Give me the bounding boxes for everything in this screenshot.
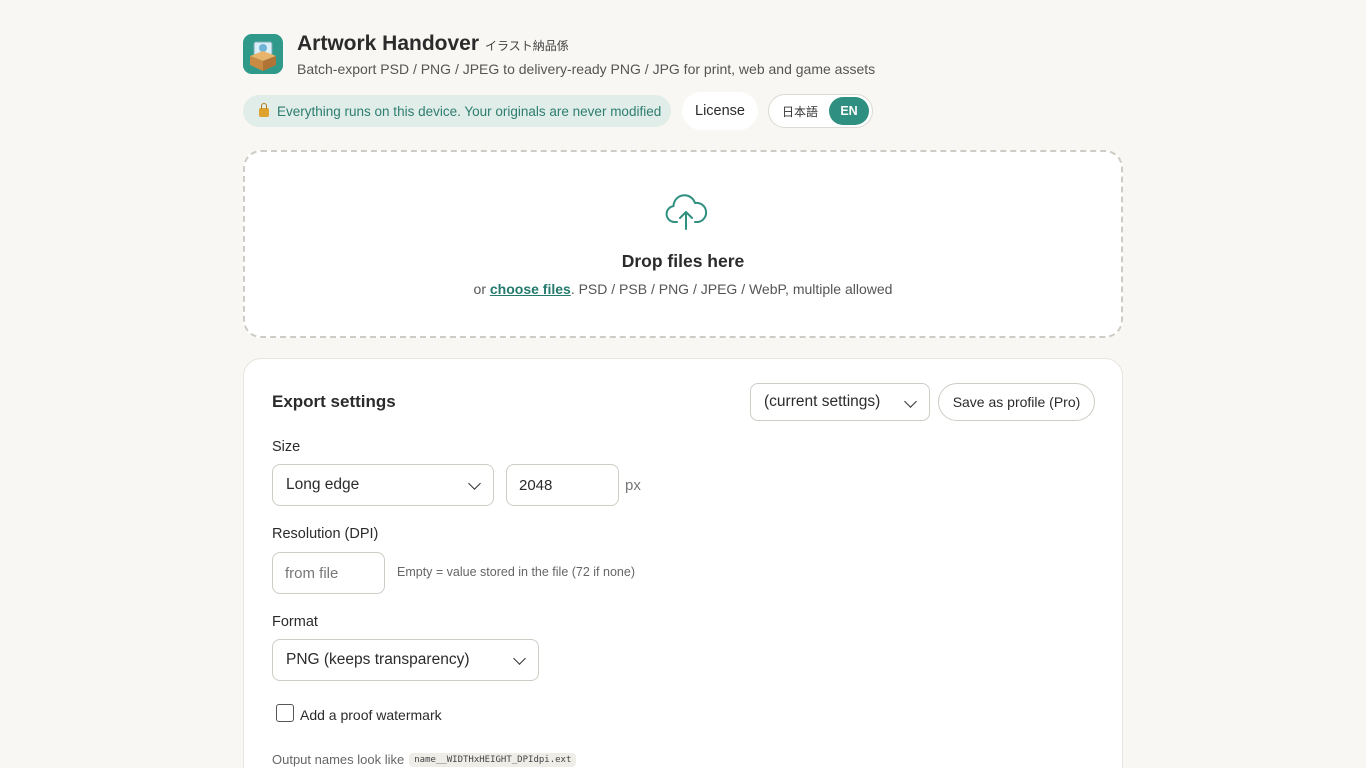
chevron-down-icon	[513, 652, 526, 665]
chevron-down-icon	[468, 477, 481, 490]
license-button[interactable]: License	[682, 92, 758, 130]
format-select-value: PNG (keeps transparency)	[286, 651, 470, 668]
privacy-badge: Everything runs on this device. Your ori…	[243, 95, 671, 127]
format-label: Format	[272, 614, 318, 630]
lock-icon	[259, 103, 269, 117]
app-title: Artwork Handover イラスト納品係	[297, 32, 569, 56]
app-subtitle: Batch-export PSD / PNG / JPEG to deliver…	[297, 61, 876, 77]
export-settings-card: Export settings (current settings) Save …	[243, 358, 1123, 768]
file-drop-zone[interactable]: Drop files here or choose files. PSD / P…	[243, 150, 1123, 338]
app-title-text: Artwork Handover	[297, 32, 480, 55]
chevron-down-icon	[904, 395, 917, 408]
profile-select-value: (current settings)	[764, 393, 881, 410]
format-select[interactable]: PNG (keeps transparency)	[272, 639, 539, 681]
output-name-label: Output names look like	[272, 752, 405, 767]
output-name-pattern: name__WIDTHxHEIGHT_DPIdpi.ext	[409, 752, 577, 767]
export-settings-title: Export settings	[272, 392, 396, 411]
save-profile-button[interactable]: Save as profile (Pro)	[938, 383, 1095, 421]
dpi-hint: Empty = value stored in the file (72 if …	[397, 565, 635, 579]
dpi-input[interactable]	[272, 552, 385, 594]
app-logo-icon	[243, 34, 283, 74]
watermark-checkbox[interactable]	[276, 703, 294, 722]
size-unit: px	[625, 477, 641, 494]
language-option-ja[interactable]: 日本語	[771, 97, 829, 125]
resolution-label: Resolution (DPI)	[272, 526, 379, 542]
size-input[interactable]	[506, 464, 619, 506]
cloud-upload-icon	[665, 194, 708, 230]
size-mode-select[interactable]: Long edge	[272, 464, 494, 506]
choose-files-link[interactable]: choose files	[490, 281, 571, 297]
drop-zone-title: Drop files here	[621, 251, 745, 271]
profile-select[interactable]: (current settings)	[750, 383, 930, 421]
app-title-jp: イラスト納品係	[485, 39, 569, 53]
drop-hint-prefix: or	[473, 281, 490, 297]
drop-hint-suffix: . PSD / PSB / PNG / JPEG / WebP, multipl…	[570, 281, 893, 297]
watermark-row: Add a proof watermark	[276, 702, 442, 723]
drop-zone-hint: or choose files. PSD / PSB / PNG / JPEG …	[245, 281, 1121, 297]
output-name-row: Output names look like name__WIDTHxHEIGH…	[272, 752, 577, 767]
privacy-badge-text: Everything runs on this device. Your ori…	[277, 103, 662, 119]
watermark-label[interactable]: Add a proof watermark	[300, 707, 442, 723]
language-toggle: 日本語 EN	[768, 94, 873, 128]
size-mode-value: Long edge	[286, 476, 360, 493]
language-option-en[interactable]: EN	[829, 97, 869, 125]
size-label: Size	[272, 439, 301, 455]
